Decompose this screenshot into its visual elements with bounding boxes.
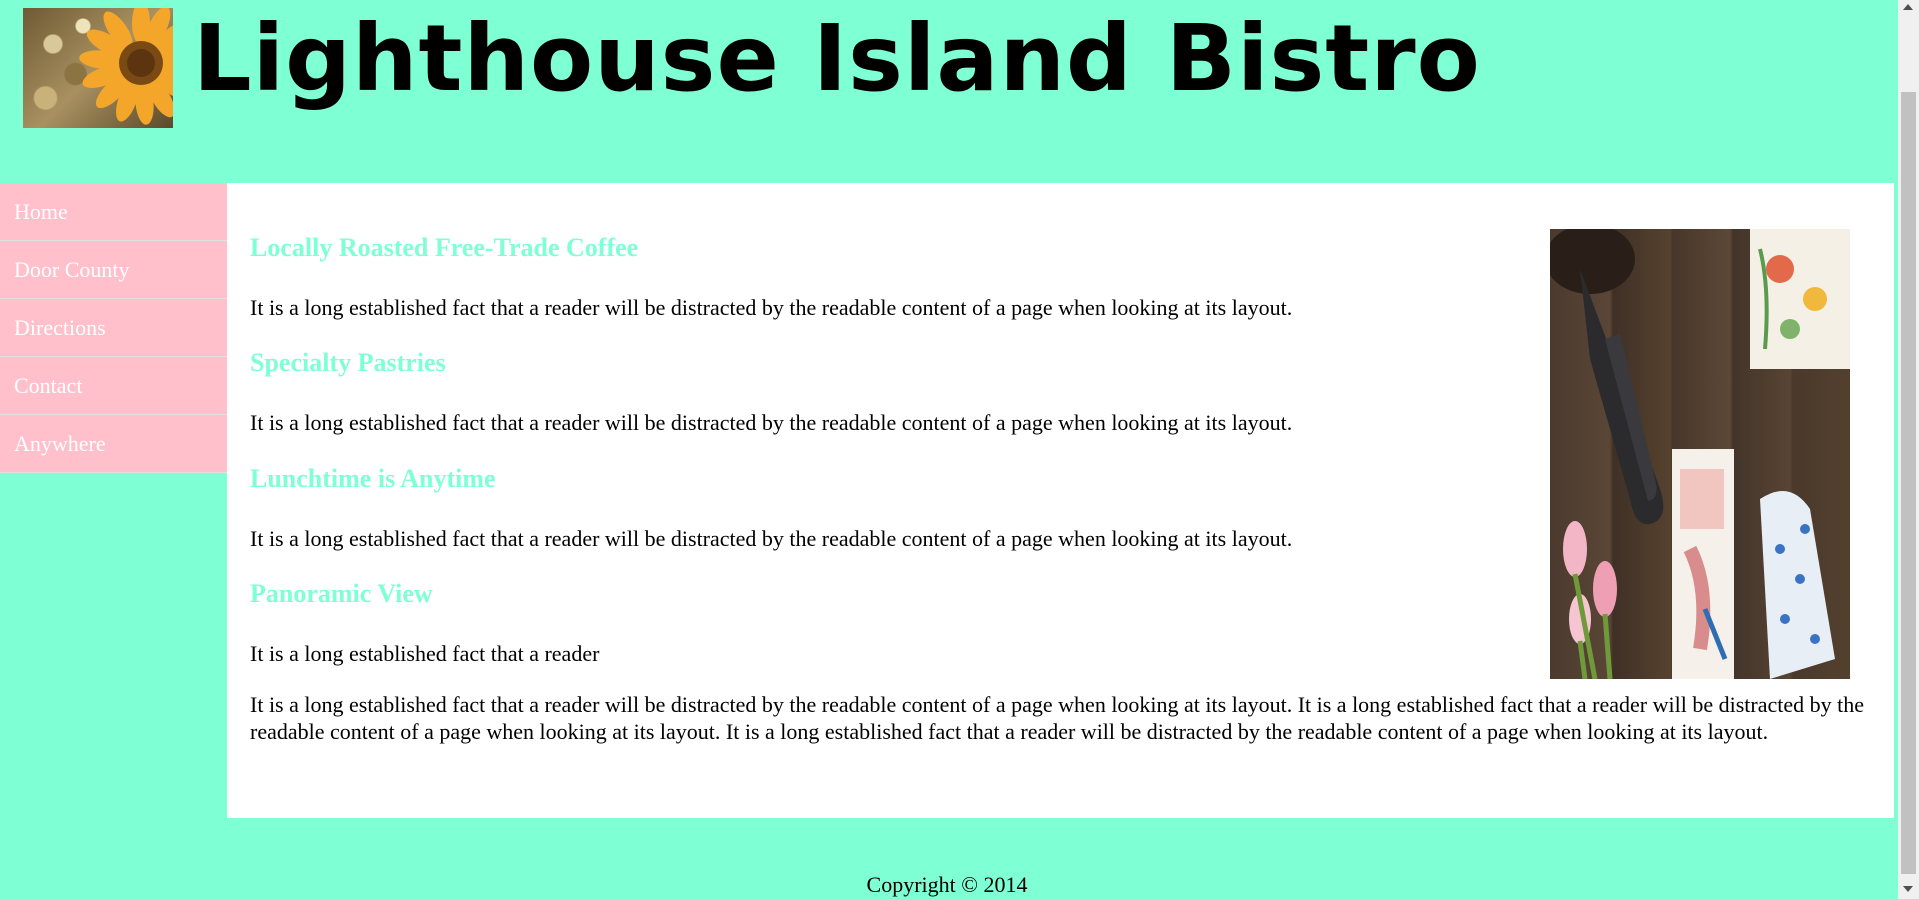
site-header: Lighthouse Island Bistro [0, 0, 1894, 183]
sunflower-logo-image [23, 8, 173, 128]
sidebar-nav: Home Door County Directions Contact Anyw… [0, 183, 227, 473]
nav-item-anywhere[interactable]: Anywhere [0, 415, 227, 473]
section-heading-coffee: Locally Roasted Free-Trade Coffee [250, 233, 639, 262]
section-heading-pastries: Specialty Pastries [250, 348, 446, 377]
garden-tools-image [1550, 229, 1850, 679]
section-heading-panoramic: Panoramic View [250, 579, 433, 608]
section-heading-lunchtime: Lunchtime is Anytime [250, 464, 496, 493]
scroll-down-arrow-icon[interactable] [1903, 886, 1913, 892]
section-text-panoramic: It is a long established fact that a rea… [250, 641, 600, 666]
scrollbar-thumb[interactable] [1901, 92, 1916, 874]
main-content: Locally Roasted Free-Trade Coffee It is … [227, 183, 1894, 818]
site-title: Lighthouse Island Bistro [193, 5, 1481, 112]
vertical-scrollbar[interactable] [1898, 0, 1919, 899]
section-text-lunchtime: It is a long established fact that a rea… [250, 526, 1293, 551]
nav-item-contact[interactable]: Contact [0, 357, 227, 415]
page: Lighthouse Island Bistro Home Door Count… [0, 0, 1894, 899]
copyright-text: Copyright © 2014 [866, 872, 1028, 897]
nav-item-directions[interactable]: Directions [0, 299, 227, 357]
sunflower-icon [79, 8, 173, 125]
section-text-pastries: It is a long established fact that a rea… [250, 410, 1293, 435]
nav-item-home[interactable]: Home [0, 183, 227, 241]
long-paragraph: It is a long established fact that a rea… [250, 692, 1864, 744]
garden-tools-icon [1550, 229, 1850, 679]
section-text-coffee: It is a long established fact that a rea… [250, 295, 1293, 320]
scroll-up-arrow-icon[interactable] [1903, 4, 1913, 10]
nav-item-door-county[interactable]: Door County [0, 241, 227, 299]
